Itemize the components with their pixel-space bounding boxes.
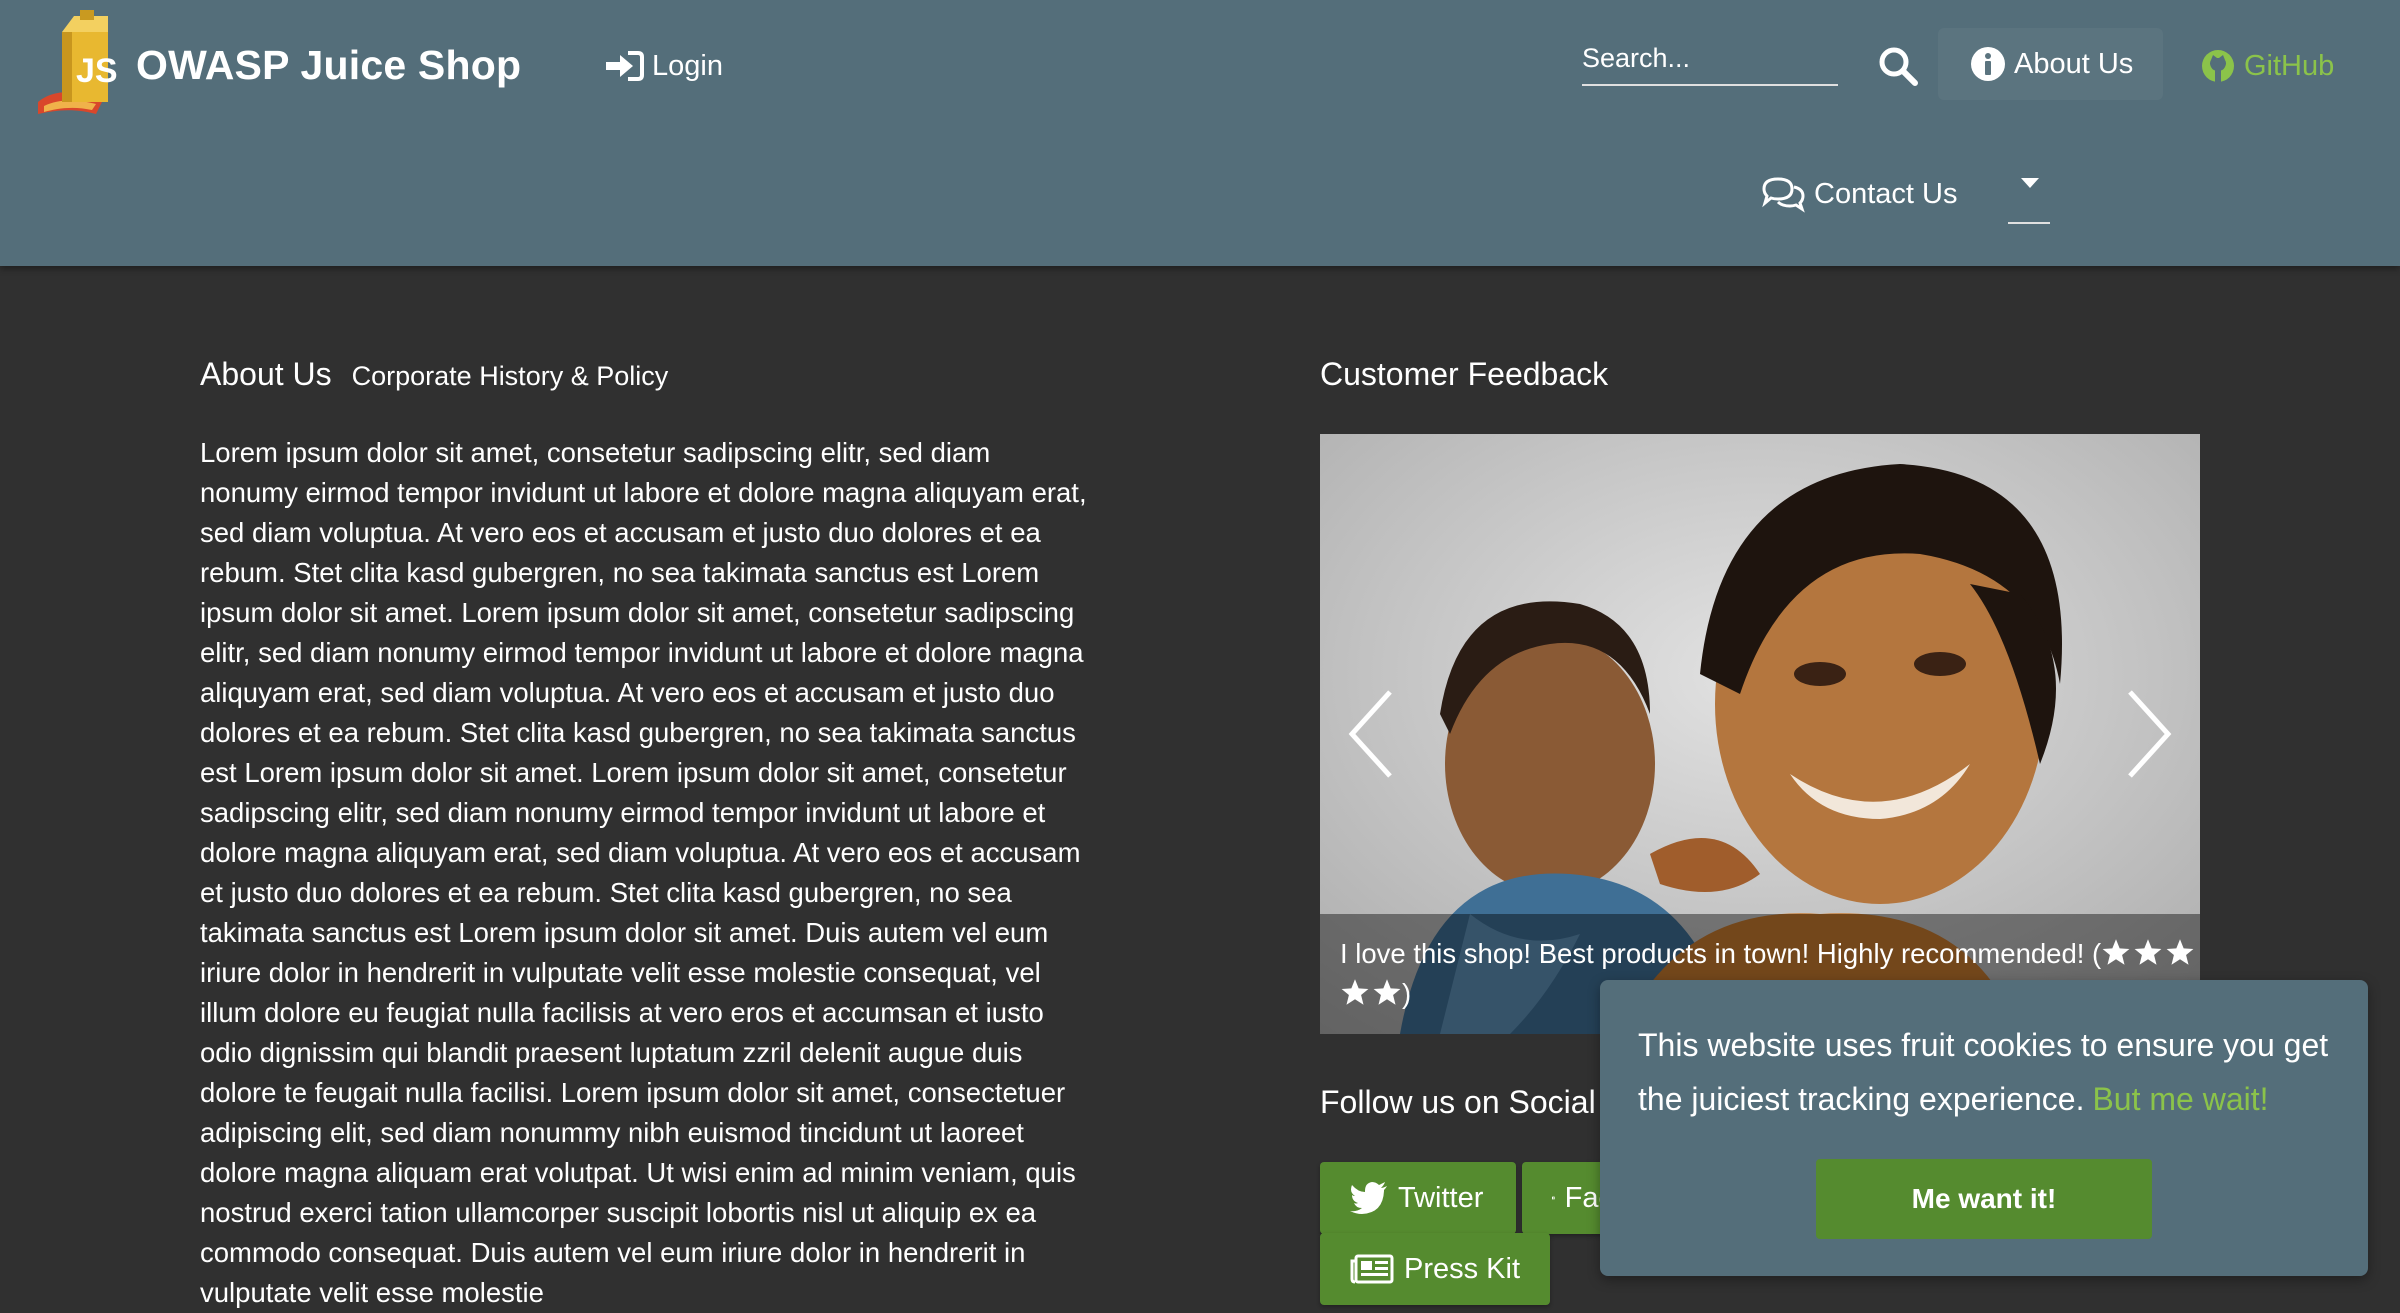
search-icon bbox=[1878, 46, 1918, 86]
about-us-label: About Us bbox=[2014, 47, 2134, 80]
contact-us-button[interactable]: Contact Us bbox=[1760, 166, 1957, 222]
info-circle-icon bbox=[1970, 46, 2006, 82]
star-icon bbox=[1373, 979, 1401, 1005]
press-kit-button[interactable]: Press Kit bbox=[1320, 1233, 1550, 1305]
rating-stars-row2 bbox=[1340, 978, 1402, 1006]
star-icon bbox=[2134, 939, 2162, 965]
cookie-consent-banner: This website uses fruit cookies to ensur… bbox=[1600, 980, 2368, 1276]
about-title: About Us bbox=[200, 356, 332, 392]
social-title: Follow us on Social bbox=[1320, 1084, 1596, 1120]
feedback-title: Customer Feedback bbox=[1320, 356, 1609, 392]
cookie-learn-more-link[interactable]: But me wait! bbox=[2092, 1081, 2268, 1117]
chevron-down-icon bbox=[2021, 178, 2039, 188]
top-toolbar: JS OWASP Juice Shop Login Search... Abou… bbox=[0, 0, 2400, 266]
facebook-icon bbox=[1552, 1196, 1555, 1200]
star-icon bbox=[2102, 939, 2130, 965]
login-label: Login bbox=[652, 49, 723, 82]
search-field[interactable] bbox=[1582, 36, 1838, 86]
brand-home-link[interactable]: JS OWASP Juice Shop bbox=[34, 10, 521, 120]
search-input[interactable] bbox=[1582, 36, 1838, 80]
cookie-accept-button[interactable]: Me want it! bbox=[1816, 1159, 2152, 1239]
star-icon bbox=[2166, 939, 2194, 965]
twitter-icon bbox=[1350, 1182, 1387, 1214]
feedback-section: Customer Feedback I love this shop! Best… bbox=[1320, 356, 2200, 1305]
chevron-left-icon bbox=[1348, 690, 1392, 778]
github-link[interactable]: GitHub bbox=[2200, 40, 2334, 92]
comments-icon bbox=[1760, 175, 1806, 213]
feedback-comment: I love this shop! Best products in town!… bbox=[1340, 938, 2102, 969]
login-button[interactable]: Login bbox=[604, 40, 723, 92]
brand-title: OWASP Juice Shop bbox=[136, 41, 522, 88]
language-select[interactable] bbox=[2008, 172, 2050, 224]
rating-stars-row1 bbox=[2101, 938, 2195, 966]
contact-us-label: Contact Us bbox=[1814, 177, 1958, 210]
twitter-button[interactable]: Twitter bbox=[1320, 1162, 1516, 1234]
about-section: About Us Corporate History & Policy Lore… bbox=[200, 356, 1090, 1313]
feedback-caption-line: I love this shop! Best products in town!… bbox=[1340, 934, 2194, 974]
juice-shop-logo: JS bbox=[34, 10, 130, 120]
newspaper-icon bbox=[1350, 1254, 1394, 1284]
search-button[interactable] bbox=[1874, 40, 1922, 92]
carousel-next-button[interactable] bbox=[2118, 684, 2178, 784]
feedback-carousel[interactable]: I love this shop! Best products in town!… bbox=[1320, 434, 2200, 1034]
svg-text:JS: JS bbox=[76, 52, 118, 90]
about-us-button[interactable]: About Us bbox=[1938, 28, 2164, 100]
about-subtitle: Corporate History & Policy bbox=[351, 361, 669, 391]
star-icon bbox=[1341, 979, 1369, 1005]
cookie-message: This website uses fruit cookies to ensur… bbox=[1638, 1018, 2338, 1126]
about-header: About Us Corporate History & Policy bbox=[200, 356, 1090, 393]
about-paragraph: Lorem ipsum dolor sit amet, consetetur s… bbox=[200, 437, 1087, 1308]
press-kit-label: Press Kit bbox=[1403, 1252, 1521, 1285]
feedback-caption-close: ) bbox=[1402, 978, 1412, 1009]
carousel-previous-button[interactable] bbox=[1342, 684, 1402, 784]
sign-in-icon bbox=[604, 50, 644, 82]
chevron-right-icon bbox=[2128, 690, 2172, 778]
github-icon bbox=[2200, 48, 2236, 84]
github-label: GitHub bbox=[2244, 49, 2335, 82]
twitter-label: Twitter bbox=[1398, 1181, 1484, 1214]
